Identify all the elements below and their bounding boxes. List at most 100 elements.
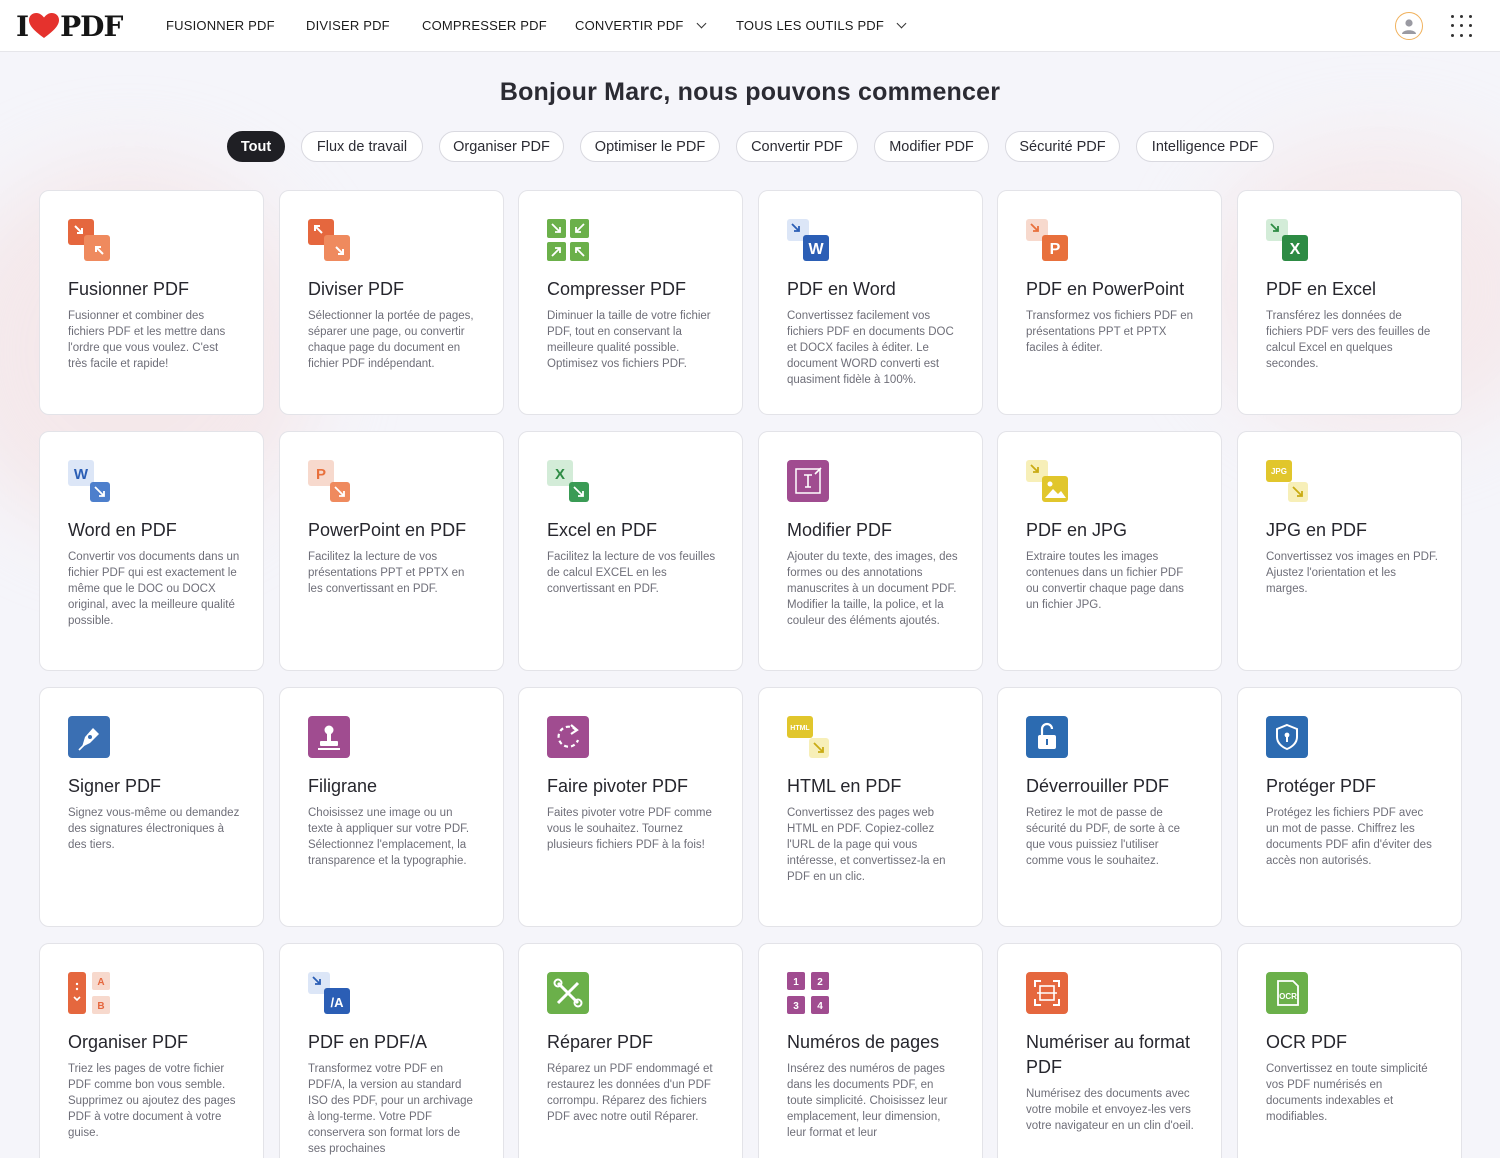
svg-text:A: A [97,977,104,988]
nav-label: COMPRESSER PDF [422,18,547,33]
filter-optimize[interactable]: Optimiser le PDF [580,131,720,162]
nav-merge-pdf[interactable]: FUSIONNER PDF [166,18,275,33]
tool-title: Fusionner PDF [68,279,190,299]
tool-title: Réparer PDF [547,1032,654,1052]
filter-intelligence[interactable]: Intelligence PDF [1136,131,1274,162]
tool-card-pdf-to-excel[interactable]: X PDF en Excel Transférez les données de… [1237,190,1462,415]
tool-title: Numéros de pages [787,1032,940,1052]
svg-text:B: B [97,1001,104,1012]
svg-text:W: W [74,466,89,483]
filter-organize[interactable]: Organiser PDF [439,131,564,162]
tool-description: Faites pivoter votre PDF comme vous le s… [547,807,712,851]
tool-title: PDF en Excel [1266,279,1377,299]
tool-card-unlock-pdf[interactable]: Déverrouiller PDF Retirez le mot de pass… [997,687,1222,927]
merge-icon [68,219,110,261]
page-numbers-icon: 1 2 3 4 [787,972,829,1014]
unlock-pdf-icon [1026,716,1068,758]
tool-title: Protéger PDF [1266,776,1377,796]
nav-split-pdf[interactable]: DIVISER PDF [306,18,390,33]
compress-icon [547,219,589,261]
ilovepdf-logo[interactable]: I PDF [16,9,123,43]
tool-description: Diminuer la taille de votre fichier PDF,… [547,310,711,370]
tool-title: Déverrouiller PDF [1026,776,1170,796]
tool-card-edit-pdf[interactable]: Modifier PDF Ajouter du texte, des image… [758,431,983,671]
tool-card-ocr-pdf[interactable]: OCR OCR PDF Convertissez en toute simpli… [1237,943,1462,1158]
watermark-icon [308,716,350,758]
tool-card-word-to-pdf[interactable]: W Word en PDF Convertir vos documents da… [39,431,264,671]
svg-text:3: 3 [793,1001,799,1012]
heart-icon [29,13,60,38]
tool-card-powerpoint-to-pdf[interactable]: P PowerPoint en PDF Facilitez la lecture… [279,431,504,671]
svg-text:2: 2 [817,977,823,988]
tool-title: Filigrane [308,776,378,796]
tool-card-jpg-to-pdf[interactable]: JPG JPG en PDF Convertissez vos images e… [1237,431,1462,671]
chevron-down-icon [696,18,706,29]
nav-all-tools-dropdown[interactable]: TOUS LES OUTILS PDF [736,18,907,33]
tool-title: Faire pivoter PDF [547,776,689,796]
pdf-to-pdfa-icon: /A [308,972,350,1014]
apps-grid-icon[interactable] [1451,15,1473,37]
tool-title: Word en PDF [68,520,177,540]
nav-label: CONVERTIR PDF [575,18,684,33]
tool-title: HTML en PDF [787,776,902,796]
tool-card-pdf-to-word[interactable]: W PDF en Word Convertissez facilement vo… [758,190,983,415]
svg-text:JPG: JPG [1271,467,1287,476]
tool-description: Choisissez une image ou un texte à appli… [308,807,470,867]
tool-description: Fusionner et combiner des fichiers PDF e… [68,310,226,370]
greeting-heading: Bonjour Marc, nous pouvons commencer [499,78,1001,106]
tool-card-watermark[interactable]: Filigrane Choisissez une image ou un tex… [279,687,504,927]
tool-title: Excel en PDF [547,520,658,540]
filter-workflow[interactable]: Flux de travail [301,131,423,162]
svg-text:P: P [1050,241,1061,258]
svg-text:4: 4 [817,1001,823,1012]
tool-description: Réparez un PDF endommagé et restaurez le… [547,1063,713,1123]
svg-text:P: P [316,466,326,483]
tool-title: JPG en PDF [1266,520,1368,540]
tool-card-merge-pdf[interactable]: Fusionner PDF Fusionner et combiner des … [39,190,264,415]
tool-card-pdf-to-powerpoint[interactable]: P PDF en PowerPoint Transformez vos fich… [997,190,1222,415]
tool-title: PowerPoint en PDF [308,520,467,540]
repair-pdf-icon [547,972,589,1014]
user-avatar-button[interactable] [1395,12,1423,40]
tool-card-protect-pdf[interactable]: Protéger PDF Protégez les fichiers PDF a… [1237,687,1462,927]
tool-card-compress-pdf[interactable]: Compresser PDF Diminuer la taille de vot… [518,190,743,415]
nav-label: FUSIONNER PDF [166,18,275,33]
top-navbar: I PDF FUSIONNER PDF DIVISER PDF COMPRESS… [0,0,1500,52]
tool-title: Organiser PDF [68,1032,189,1052]
tool-card-repair-pdf[interactable]: Réparer PDF Réparez un PDF endommagé et … [518,943,743,1158]
tool-card-pdf-to-jpg[interactable]: PDF en JPG Extraire toutes les images co… [997,431,1222,671]
tool-title: Compresser PDF [547,279,687,299]
tool-description: Numérisez des documents avec votre mobil… [1026,1088,1194,1132]
tool-card-scan-to-pdf[interactable]: Numériser au format PDF Numérisez des do… [997,943,1222,1158]
nav-compress-pdf[interactable]: COMPRESSER PDF [422,18,547,33]
tool-description: Protégez les fichiers PDF avec un mot de… [1266,807,1432,867]
filter-all[interactable]: Tout [227,131,285,162]
ocr-pdf-icon: OCR [1266,972,1308,1014]
tool-description: Convertissez des pages web HTML en PDF. … [787,807,946,883]
svg-text:1: 1 [793,977,799,988]
tool-card-rotate-pdf[interactable]: Faire pivoter PDF Faites pivoter votre P… [518,687,743,927]
filter-security[interactable]: Sécurité PDF [1005,131,1120,162]
tool-description: Transférez les données de fichiers PDF v… [1266,310,1431,370]
sign-pdf-icon [68,716,110,758]
tool-card-excel-to-pdf[interactable]: X Excel en PDF Facilitez la lecture de v… [518,431,743,671]
logo-text-i: I [16,9,29,43]
tool-card-sign-pdf[interactable]: Signer PDF Signez vous-même ou demandez … [39,687,264,927]
pdf-to-word-icon: W [787,219,829,261]
filter-convert[interactable]: Convertir PDF [736,131,858,162]
tool-description: Sélectionner la portée de pages, séparer… [308,310,474,370]
tool-description: Convertir vos documents dans un fichier … [68,551,240,627]
nav-convert-pdf-dropdown[interactable]: CONVERTIR PDF [575,18,706,33]
tool-card-organize-pdf[interactable]: A B Organiser PDF Triez les pages de vot… [39,943,264,1158]
filter-edit[interactable]: Modifier PDF [874,131,989,162]
tool-description: Insérez des numéros de pages dans les do… [787,1063,948,1139]
svg-text:X: X [1290,241,1301,258]
tool-card-page-numbers[interactable]: 1 2 3 4 Numéros de pages Insérez des num… [758,943,983,1158]
tool-card-split-pdf[interactable]: Diviser PDF Sélectionner la portée de pa… [279,190,504,415]
powerpoint-to-pdf-icon: P [308,460,350,502]
tool-card-pdf-to-pdfa[interactable]: /A PDF en PDF/A Transformez votre PDF en… [279,943,504,1158]
tool-description: Retirez le mot de passe de sécurité du P… [1026,807,1181,867]
tool-card-html-to-pdf[interactable]: HTML HTML en PDF Convertissez des pages … [758,687,983,927]
user-icon [1402,19,1416,34]
edit-pdf-icon [787,460,829,502]
